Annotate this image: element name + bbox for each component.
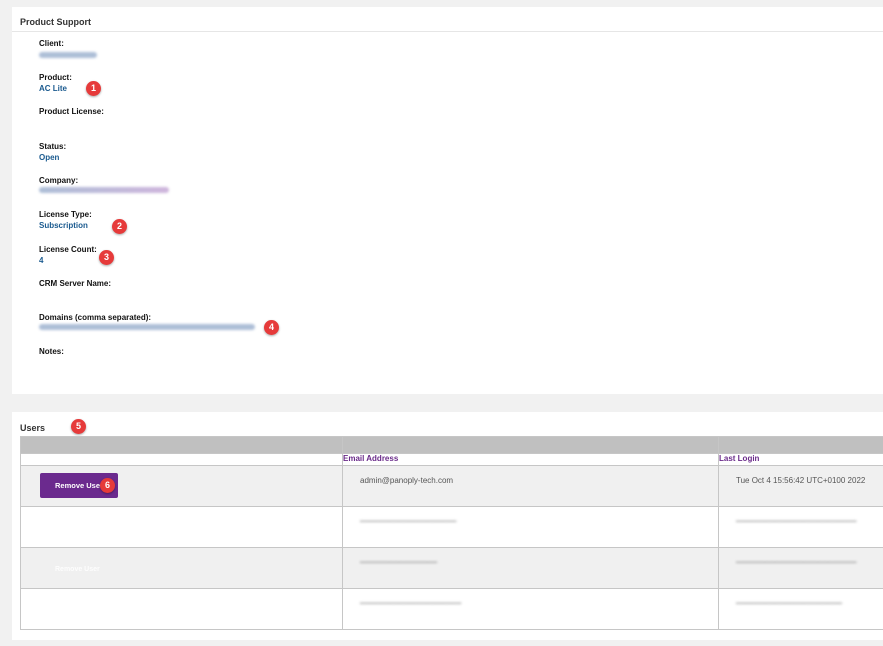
annotation-badge-1: 1 (86, 81, 101, 96)
user-email: admin@panoply-tech.com (360, 476, 454, 485)
notes-label: Notes: (39, 347, 64, 356)
domains-label: Domains (comma separated): (39, 313, 152, 322)
remove-user-button[interactable]: Remove User 6 (40, 473, 118, 498)
user-email-redacted: ━━━━━━━━━━━━━━━━ (360, 558, 438, 567)
client-value-redacted (39, 52, 97, 58)
license-count-label: License Count: (39, 245, 97, 254)
table-column-headers: Email Address Last Login (20, 453, 883, 466)
users-table: Email Address Last Login Remove User 6 a… (20, 436, 883, 630)
annotation-badge-4: 4 (264, 320, 279, 335)
product-license-label: Product License: (39, 107, 104, 116)
license-type-label: License Type: (39, 210, 92, 219)
company-label: Company: (39, 176, 79, 185)
status-label: Status: (39, 142, 67, 151)
annotation-badge-5: 5 (71, 419, 86, 434)
domains-value-redacted (39, 324, 255, 330)
user-last-login-redacted: ━━━━━━━━━━━━━━━━━━━━━━━━━ (736, 517, 857, 526)
users-title: Users (20, 423, 46, 433)
status-value: Open (39, 153, 60, 162)
table-row: ━━━━━━━━━━━━━━━━━━━━━ ━━━━━━━━━━━━━━━━━━… (20, 588, 883, 630)
remove-user-label: Remove User (55, 481, 103, 490)
user-last-login-redacted: ━━━━━━━━━━━━━━━━━━━━━━ (736, 599, 842, 608)
license-type-value: Subscription (39, 221, 88, 230)
table-row: Remove User 6 admin@panoply-tech.com Tue… (20, 465, 883, 507)
license-count-value: 4 (39, 256, 44, 265)
users-panel: Users 5 Email Address Last Login Remove … (12, 412, 883, 640)
panel-title: Product Support (20, 17, 91, 27)
user-email-redacted: ━━━━━━━━━━━━━━━━━━━━━ (360, 599, 462, 608)
column-header-last-login[interactable]: Last Login (718, 453, 883, 466)
product-support-panel: Product Support Client: Product: AC Lite… (12, 7, 883, 394)
client-label: Client: (39, 39, 64, 48)
user-email-redacted: ━━━━━━━━━━━━━━━━━━━━ (360, 517, 457, 526)
company-value-redacted (39, 187, 169, 193)
user-last-login-redacted: ━━━━━━━━━━━━━━━━━━━━━━━━━ (736, 558, 857, 567)
annotation-badge-2: 2 (112, 219, 127, 234)
annotation-badge-3: 3 (99, 250, 114, 265)
product-value: AC Lite (39, 84, 67, 93)
divider (12, 31, 883, 32)
user-last-login: Tue Oct 4 15:56:42 UTC+0100 2022 (736, 476, 866, 485)
column-header-email[interactable]: Email Address (342, 453, 719, 466)
table-header-bar (20, 436, 883, 454)
crm-server-name-label: CRM Server Name: (39, 279, 112, 288)
table-row: ━━━━━━━━━━━━━━━━━━━━ ━━━━━━━━━━━━━━━━━━━… (20, 506, 883, 548)
product-label: Product: (39, 73, 72, 82)
table-row: Remove User ━━━━━━━━━━━━━━━━ ━━━━━━━━━━━… (20, 547, 883, 589)
remove-user-ghost[interactable]: Remove User (55, 566, 342, 573)
annotation-badge-6: 6 (100, 478, 115, 493)
